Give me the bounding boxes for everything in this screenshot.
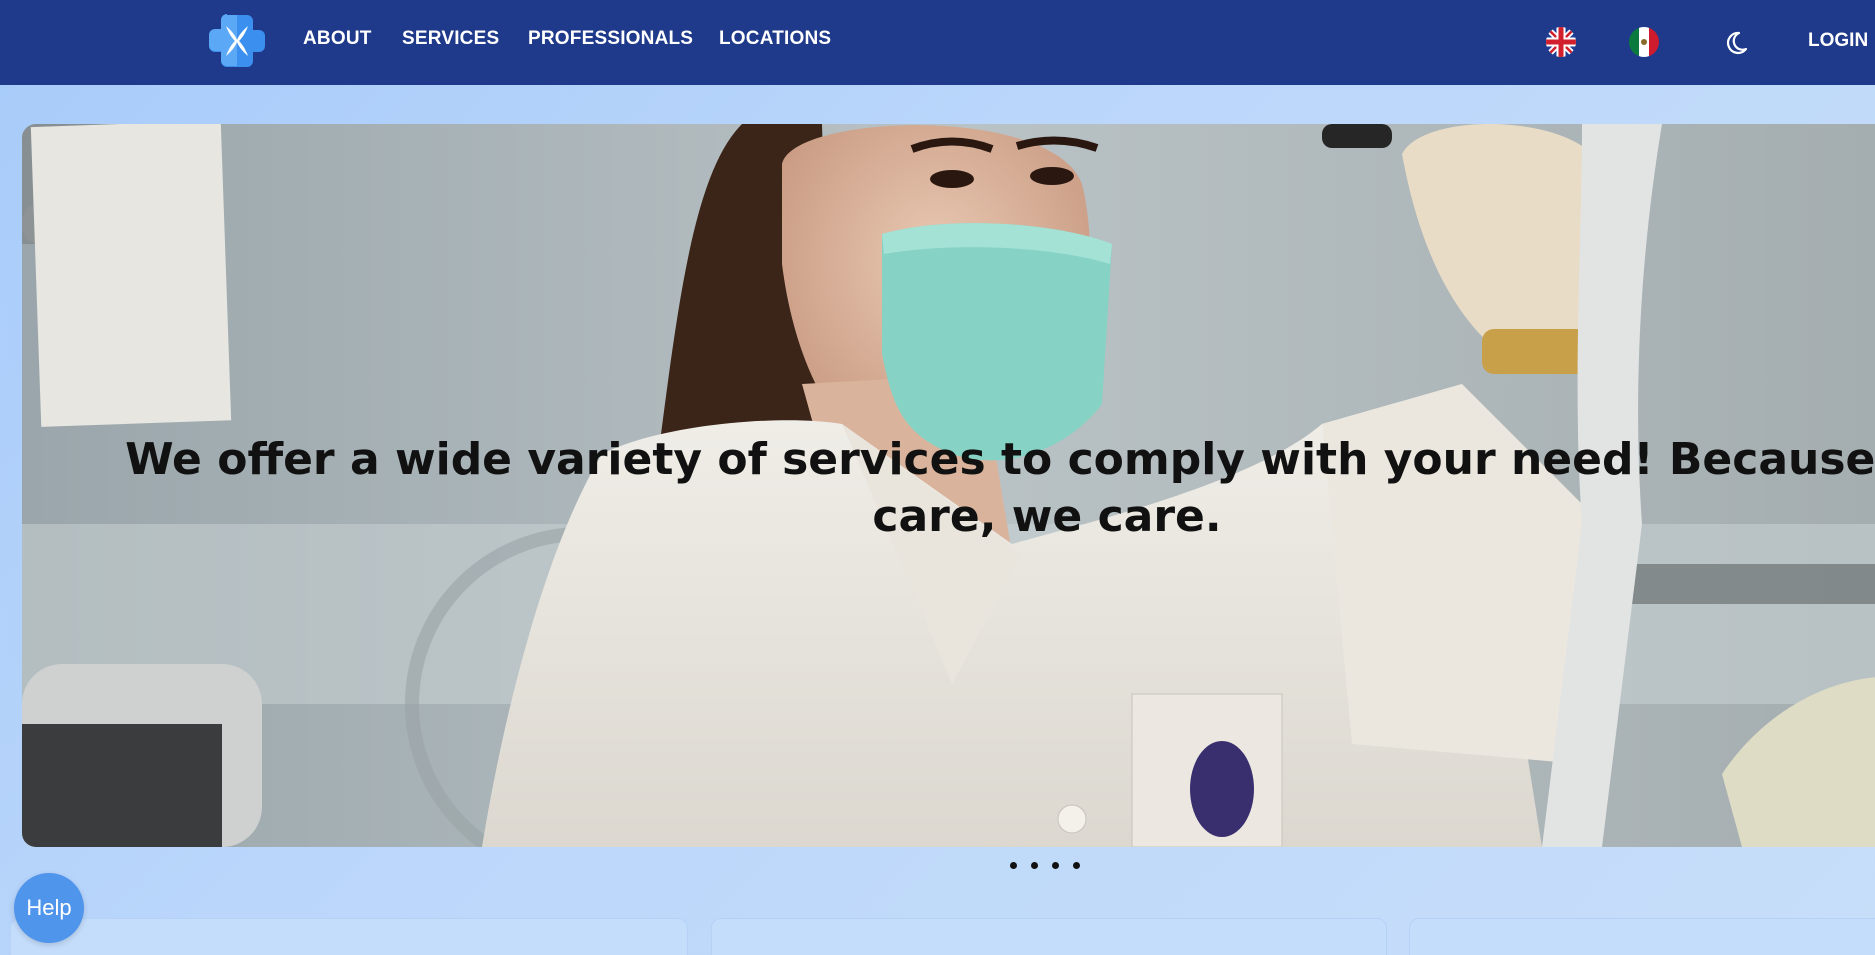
moon-icon[interactable] xyxy=(1722,29,1750,57)
carousel-dot[interactable] xyxy=(1052,862,1059,869)
carousel-dot[interactable] xyxy=(1031,862,1038,869)
carousel-dot[interactable] xyxy=(1073,862,1080,869)
help-button[interactable]: Help xyxy=(14,873,84,943)
clinic-logo[interactable] xyxy=(209,12,265,69)
service-card[interactable] xyxy=(1409,918,1875,955)
carousel-dot[interactable] xyxy=(1010,862,1017,869)
hero-carousel-slide: We offer a wide variety of services to c… xyxy=(22,124,1875,847)
mexico-flag-icon[interactable] xyxy=(1629,27,1659,57)
nav-link-about[interactable]: ABOUT xyxy=(303,28,372,54)
login-button[interactable]: LOGIN xyxy=(1808,30,1868,52)
nav-link-services[interactable]: SERVICES xyxy=(402,28,499,54)
hero-caption-line2: care, we care. xyxy=(872,491,1222,542)
service-card[interactable] xyxy=(10,918,688,955)
nav-link-locations[interactable]: LOCATIONS xyxy=(719,28,831,54)
service-card[interactable] xyxy=(711,918,1387,955)
top-navbar: ABOUT SERVICES PROFESSIONALS LOCATIONS L… xyxy=(0,0,1875,85)
english-flag-icon[interactable] xyxy=(1546,27,1576,57)
nav-link-professionals[interactable]: PROFESSIONALS xyxy=(528,28,693,54)
hero-caption-line1: We offer a wide variety of services to c… xyxy=(125,434,1875,485)
carousel-indicators xyxy=(1010,862,1080,874)
